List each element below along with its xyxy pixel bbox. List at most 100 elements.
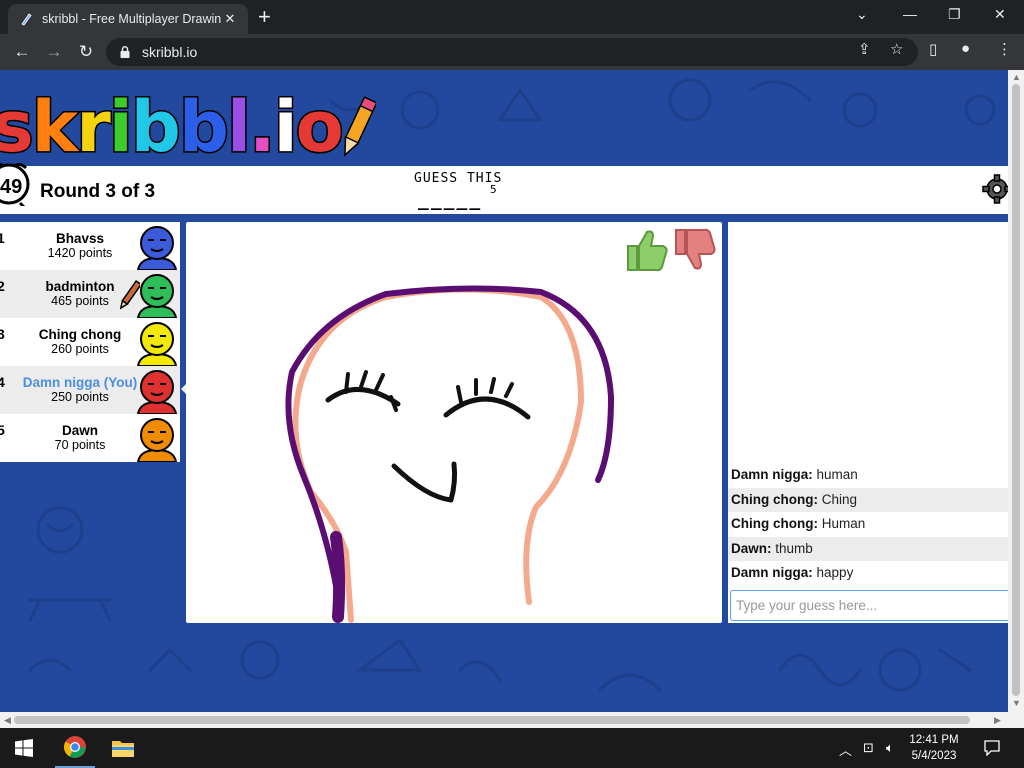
chat-text: Ching [821, 491, 858, 507]
player-avatar [136, 226, 178, 270]
drawing-canvas[interactable] [186, 222, 722, 623]
player-row[interactable]: 1 Bhavss 1420 points [0, 222, 180, 270]
browser-tab[interactable]: skribbl - Free Multiplayer Drawin ✕ [8, 4, 248, 34]
close-window-button[interactable]: ✕ [994, 6, 1006, 23]
chat-message: Dawn: thumb [728, 536, 1008, 561]
logo-letter: b [177, 86, 230, 168]
word-letter-count: 5 [490, 183, 497, 196]
chat-panel: Damn nigga: human Ching chong: Ching Ching… [728, 222, 1008, 623]
player-name: Dawn [61, 423, 98, 438]
chat-message: Damn nigga: human [728, 463, 1008, 487]
player-name: Ching chong [38, 327, 122, 342]
chat-text: thumb [775, 540, 813, 556]
chat-message: Damn nigga: happy [728, 561, 1008, 585]
game-top-bar: 49 Round 3 of 3 GUESS THIS 5 _____ [0, 162, 1008, 214]
logo-letter: k [30, 86, 80, 168]
drawing-stroke-cheek-purple [330, 531, 346, 623]
round-indicator: Round 3 of 3 [40, 181, 156, 202]
horizontal-scrollbar[interactable]: ◀ ▶ [0, 712, 1024, 728]
address-bar[interactable]: skribbl.io [106, 38, 918, 66]
player-row[interactable]: 5 Dawn 70 points [0, 414, 180, 462]
forward-button[interactable]: → [44, 42, 64, 62]
side-panel-icon[interactable]: ▯ [929, 40, 937, 58]
player-points: 260 points [51, 342, 109, 356]
browser-menu-icon[interactable]: ⋮ [997, 40, 1012, 58]
chrome-icon [64, 736, 86, 758]
browser-toolbar: ← → ↻ skribbl.io ⇪ ☆ ▯ ● ⋮ [0, 34, 1024, 70]
new-tab-button[interactable]: + [258, 6, 271, 28]
share-icon[interactable]: ⇪ [858, 40, 871, 58]
tab-search-icon[interactable]: ⌄ [856, 6, 868, 23]
scroll-down-arrow-icon[interactable]: ▼ [1012, 698, 1021, 708]
settings-gear-icon[interactable] [982, 174, 1008, 204]
tab-close-icon[interactable]: ✕ [222, 11, 238, 27]
skribbl-logo: skribbl.io [0, 91, 378, 173]
player-points: 70 points [54, 438, 106, 452]
start-button[interactable] [0, 728, 48, 768]
player-rank: 2 [0, 278, 5, 294]
drawing-stroke-left-eye [325, 386, 401, 407]
timer-seconds: 49 [0, 176, 23, 198]
reload-button[interactable]: ↻ [76, 42, 96, 62]
logo-letter: i [107, 86, 134, 168]
back-button[interactable]: ← [12, 42, 32, 62]
windows-logo-icon [15, 739, 33, 757]
chat-username: Damn nigga: [731, 467, 813, 482]
bookmark-star-icon[interactable]: ☆ [890, 40, 903, 58]
logo-letter: r [75, 86, 112, 168]
player-row[interactable]: 4 Damn nigga (You) 250 points [0, 366, 180, 414]
player-row[interactable]: 3 Ching chong 260 points [0, 318, 180, 366]
chat-username: Damn nigga: [731, 565, 813, 581]
guess-input[interactable] [730, 590, 1008, 621]
chrome-taskbar-button[interactable] [55, 728, 95, 768]
notification-icon [984, 740, 1000, 756]
action-center-button[interactable] [978, 728, 1006, 768]
logo-letter: l [225, 86, 252, 168]
lock-icon[interactable] [118, 45, 132, 59]
drawing-pencil-icon [120, 279, 140, 310]
logo-letter: s [0, 86, 35, 168]
chat-message: Ching chong: Human [728, 512, 1008, 536]
folder-icon [112, 741, 134, 757]
player-rank: 5 [0, 422, 5, 438]
chat-username: Dawn: [731, 540, 772, 556]
scroll-up-arrow-icon[interactable]: ▲ [1012, 72, 1021, 82]
canvas-drawing [285, 285, 614, 623]
chat-text: happy [816, 565, 854, 581]
player-rank: 1 [0, 230, 5, 246]
tab-strip: skribbl - Free Multiplayer Drawin ✕ + ⌄ … [0, 0, 1024, 34]
system-clock[interactable]: 12:41 PM 5/4/2023 [904, 732, 964, 764]
system-time: 12:41 PM [909, 734, 959, 746]
player-rank: 4 [0, 374, 5, 390]
chat-text: human [816, 467, 858, 482]
thumbs-down-icon[interactable] [672, 226, 718, 274]
horizontal-scroll-thumb[interactable] [14, 716, 970, 724]
vertical-scrollbar[interactable]: ▲ ▼ [1008, 70, 1024, 712]
player-avatar [136, 322, 178, 366]
player-avatar [136, 370, 178, 414]
scroll-left-arrow-icon[interactable]: ◀ [4, 715, 11, 726]
minimize-button[interactable]: — [903, 6, 917, 22]
scroll-right-arrow-icon[interactable]: ▶ [994, 715, 1001, 726]
player-list: 1 Bhavss 1420 points 2 badminton 465 points 3 C… [0, 222, 180, 462]
logo-letter: . [248, 86, 278, 168]
file-explorer-taskbar-button[interactable] [103, 728, 143, 768]
player-points: 1420 points [47, 246, 113, 260]
thumbs-up-icon[interactable] [624, 226, 670, 274]
windows-taskbar: ︿ ⊡ 🔈︎ 12:41 PM 5/4/2023 [0, 728, 1024, 768]
player-name: Bhavss [55, 231, 105, 246]
skribbl-favicon-icon [18, 11, 34, 27]
player-row[interactable]: 2 badminton 465 points [0, 270, 180, 318]
volume-icon[interactable]: 🔈︎ [886, 740, 894, 756]
restore-button[interactable]: ❐ [948, 6, 961, 23]
vertical-scroll-thumb[interactable] [1012, 84, 1020, 696]
network-icon[interactable]: ⊡ [863, 740, 874, 756]
chat-username: Ching chong: [731, 491, 818, 507]
show-hidden-icons-icon[interactable]: ︿ [839, 740, 852, 759]
drawing-stroke-right-eye [443, 396, 531, 420]
player-avatar [136, 274, 178, 318]
player-name: Damn nigga (You) [22, 375, 138, 390]
word-hint: _____ [418, 190, 483, 211]
logo-text: skribbl.io [0, 86, 345, 168]
profile-icon[interactable]: ● [961, 40, 970, 57]
